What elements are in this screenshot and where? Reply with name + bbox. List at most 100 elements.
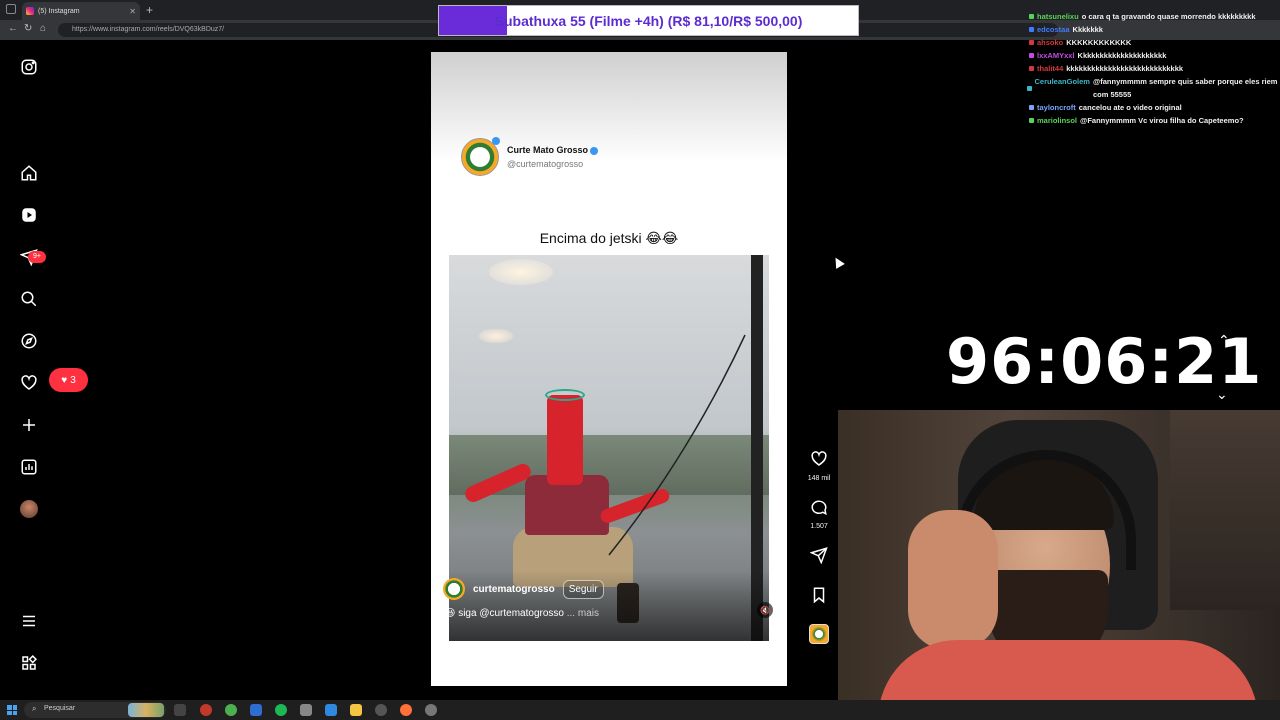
reload-icon[interactable]: ↻ bbox=[24, 23, 32, 34]
bookmark-icon[interactable] bbox=[806, 586, 832, 609]
chat-username[interactable]: tayloncroft bbox=[1037, 101, 1076, 114]
webcam-feed: DXR bbox=[838, 410, 1280, 720]
reel-caption-title: Encima do jetski 😂😂 bbox=[539, 230, 679, 246]
chat-message: lxxAMYxxl Kkkkkkkkkkkkkkkkkkkkk bbox=[1020, 49, 1278, 62]
subathon-label: Subathuxa 55 (Filme +4h) (R$ 81,10/R$ 50… bbox=[494, 12, 803, 29]
grid-icon[interactable] bbox=[18, 652, 40, 674]
task-view-icon[interactable] bbox=[174, 704, 186, 716]
menu-icon[interactable] bbox=[18, 610, 40, 632]
opera-icon[interactable] bbox=[200, 704, 212, 716]
chat-badge-icon bbox=[1020, 10, 1034, 23]
follow-button[interactable]: Seguir bbox=[562, 579, 604, 599]
chat-message: hatsunelixu o cara q ta gravando quase mo… bbox=[1020, 10, 1278, 23]
taskbar-search-placeholder: Pesquisar bbox=[44, 705, 76, 712]
chat-message: ahsoko KKKKKKKKKKKK bbox=[1020, 36, 1278, 49]
more-link[interactable]: ... mais bbox=[567, 608, 599, 619]
chat-text: @fannymmmm sempre quis saber porque eles… bbox=[1092, 77, 1278, 99]
chat-username[interactable]: CeruleanGolem bbox=[1035, 75, 1090, 101]
mouse-cursor-icon bbox=[831, 255, 845, 269]
chat-text: KKKKKKKKKKKK bbox=[1066, 38, 1132, 47]
plus-icon[interactable] bbox=[18, 414, 40, 436]
overlay-caption-text: 😆 siga @curtematogrosso bbox=[445, 608, 564, 619]
chart-icon[interactable] bbox=[18, 456, 40, 478]
instagram-icon[interactable] bbox=[18, 56, 40, 78]
chat-text: Kkkkkkk bbox=[1072, 25, 1103, 34]
chat-message: thalit44 kkkkkkkkkkkkkkkkkkkkkkkkkkkk bbox=[1020, 62, 1278, 75]
reel-overlay-user: curtematogrosso Seguir bbox=[443, 578, 604, 600]
chevron-down-icon: ⌄ bbox=[1216, 386, 1228, 402]
comment-icon bbox=[811, 500, 827, 516]
verified-icon bbox=[590, 146, 599, 155]
chat-username[interactable]: lxxAMYxxl bbox=[1037, 49, 1075, 62]
direct-badge: 9+ bbox=[28, 251, 46, 263]
taskbar-search[interactable]: ⌕ Pesquisar bbox=[24, 702, 166, 718]
overlay-caption: 😆 siga @curtematogrosso ... mais bbox=[445, 608, 599, 619]
heart-icon[interactable] bbox=[18, 372, 40, 394]
chat-text: Kkkkkkkkkkkkkkkkkkkkk bbox=[1077, 51, 1167, 60]
account-handle: @curtematogrosso bbox=[507, 159, 584, 169]
app-icon[interactable] bbox=[250, 704, 262, 716]
notifications-count: 3 bbox=[70, 374, 76, 386]
comments-count: 1.507 bbox=[810, 523, 828, 530]
chat-message: edcostaa Kkkkkkk bbox=[1020, 23, 1278, 36]
home-browser-icon[interactable]: ⌂ bbox=[40, 23, 46, 34]
chat-text: cancelou ate o video original bbox=[1078, 103, 1182, 112]
chat-badge-icon bbox=[1020, 23, 1034, 36]
firefox-icon[interactable] bbox=[400, 704, 412, 716]
browser-tab-instagram[interactable]: (5) Instagram ✕ bbox=[22, 2, 140, 20]
overlay-username[interactable]: curtematogrosso bbox=[473, 584, 555, 595]
window-menu-icon[interactable] bbox=[6, 4, 16, 14]
chat-username[interactable]: edcostaa bbox=[1037, 23, 1070, 36]
chat-username[interactable]: thalit44 bbox=[1037, 62, 1063, 75]
instagram-page: 9+ ♥ 3 Curte Mato Grosso @curtematogross… bbox=[0, 40, 845, 700]
obs-icon[interactable] bbox=[375, 704, 387, 716]
subathon-progress-bar: Subathuxa 55 (Filme +4h) (R$ 81,10/R$ 50… bbox=[438, 5, 859, 36]
back-icon[interactable]: ← bbox=[8, 23, 18, 34]
share-icon[interactable] bbox=[806, 546, 832, 569]
instagram-favicon-icon bbox=[26, 7, 34, 15]
chat-badge-icon bbox=[1020, 101, 1034, 114]
new-tab-icon[interactable]: + bbox=[146, 3, 153, 17]
like-action[interactable]: 148 mil bbox=[806, 450, 832, 482]
stream-chat: hatsunelixu o cara q ta gravando quase mo… bbox=[1020, 10, 1278, 127]
search-lens-icon: ⌕ bbox=[32, 704, 37, 713]
chat-username[interactable]: ahsoko bbox=[1037, 36, 1063, 49]
windows-start-icon[interactable] bbox=[7, 705, 17, 715]
tab-title: (5) Instagram bbox=[38, 7, 80, 15]
comment-action[interactable]: 1.507 bbox=[806, 498, 832, 530]
spotify-icon[interactable] bbox=[275, 704, 287, 716]
chat-text: o cara q ta gravando quase morrendo kkkk… bbox=[1081, 12, 1256, 21]
mute-icon[interactable]: 🔇 bbox=[757, 602, 773, 618]
store-icon[interactable] bbox=[300, 704, 312, 716]
chat-message: mariolinsol @Fannymmmm Vc virou filha do … bbox=[1020, 114, 1278, 127]
like-heart-icon bbox=[811, 451, 827, 466]
chat-username[interactable]: mariolinsol bbox=[1037, 114, 1077, 127]
overlay-avatar[interactable] bbox=[443, 578, 465, 600]
chat-text: kkkkkkkkkkkkkkkkkkkkkkkkkkkk bbox=[1066, 64, 1184, 73]
chat-badge-icon bbox=[1020, 75, 1032, 101]
reel-card[interactable]: Curte Mato Grosso @curtematogrosso Encim… bbox=[431, 52, 787, 686]
folder-icon[interactable] bbox=[350, 704, 362, 716]
compass-icon[interactable] bbox=[18, 330, 40, 352]
chat-message: CeruleanGolem @fannymmmm sempre quis sabe… bbox=[1020, 75, 1278, 101]
close-tab-icon[interactable]: ✕ bbox=[129, 7, 136, 16]
app-icon-2[interactable] bbox=[425, 704, 437, 716]
likes-count: 148 mil bbox=[807, 475, 831, 482]
search-icon[interactable] bbox=[18, 288, 40, 310]
mail-icon[interactable] bbox=[325, 704, 337, 716]
chat-message: tayloncroft cancelou ate o video original bbox=[1020, 101, 1278, 114]
account-name: Curte Mato Grosso bbox=[507, 145, 589, 155]
home-icon[interactable] bbox=[18, 162, 40, 184]
reel-account-header: Curte Mato Grosso @curtematogrosso bbox=[461, 137, 599, 176]
chat-badge-icon bbox=[1020, 62, 1034, 75]
chat-text: @Fannymmmm Vc virou filha do Capeteemo? bbox=[1080, 116, 1244, 125]
audio-thumbnail[interactable] bbox=[809, 624, 829, 644]
windows-taskbar: ⌕ Pesquisar bbox=[0, 700, 1280, 720]
chat-badge-icon bbox=[1020, 114, 1034, 127]
account-logo bbox=[461, 137, 500, 176]
reels-icon[interactable] bbox=[18, 204, 40, 226]
profile-avatar[interactable] bbox=[20, 500, 38, 518]
notifications-pill[interactable]: ♥ 3 bbox=[49, 368, 88, 392]
chrome-icon[interactable] bbox=[225, 704, 237, 716]
chat-username[interactable]: hatsunelixu bbox=[1037, 10, 1079, 23]
